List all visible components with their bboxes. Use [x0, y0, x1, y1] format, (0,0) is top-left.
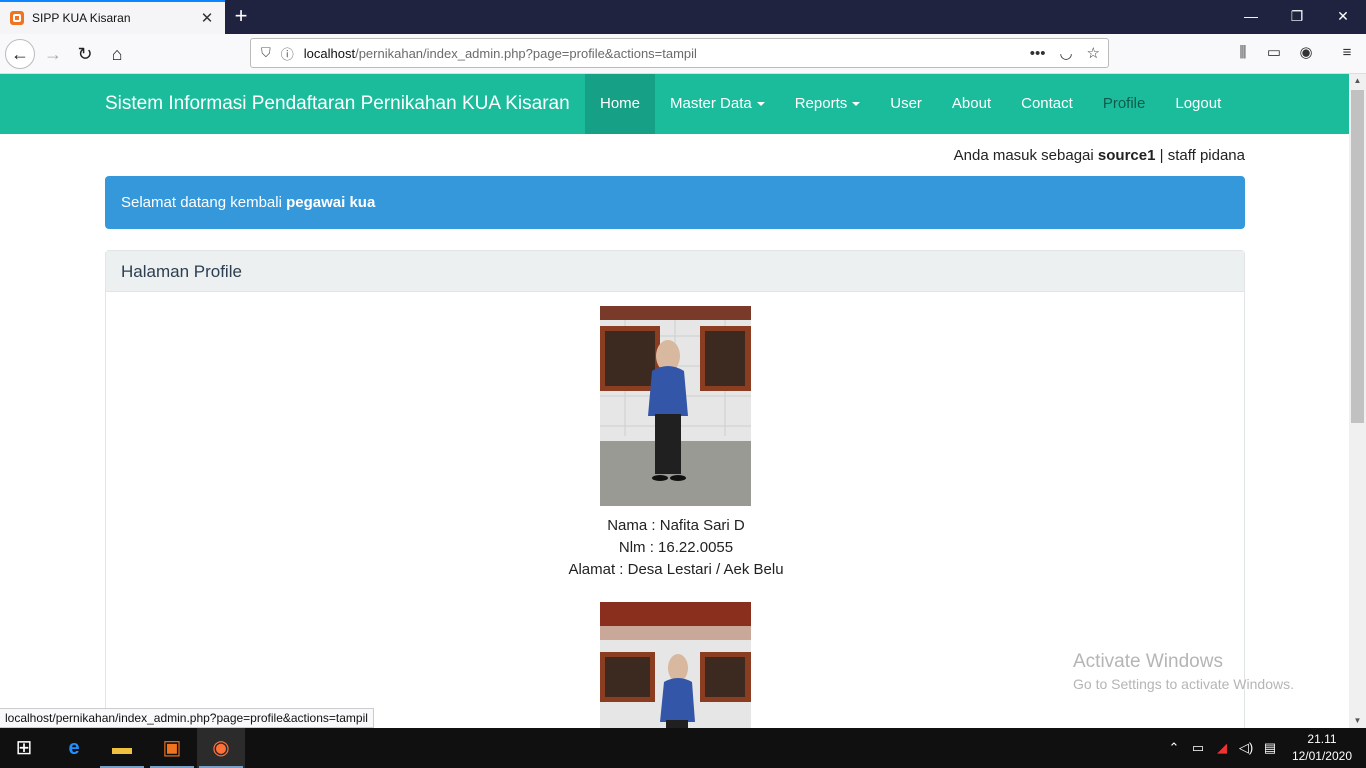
- xampp-favicon-icon: [10, 11, 24, 25]
- panel-title: Halaman Profile: [106, 251, 1244, 292]
- nav-reports[interactable]: Reports: [780, 74, 876, 134]
- nav-logout-label: Logout: [1175, 95, 1222, 112]
- tray-chevron-icon[interactable]: ⌃: [1164, 728, 1184, 768]
- scroll-up-icon[interactable]: ▲: [1349, 74, 1366, 88]
- login-prefix: Anda masuk sebagai: [953, 147, 1094, 164]
- xampp-icon[interactable]: ▣: [148, 728, 196, 768]
- nav-logout[interactable]: Logout: [1160, 74, 1236, 134]
- welcome-alert: Selamat datang kembali pegawai kua: [105, 176, 1245, 229]
- nav-about-label: About: [951, 95, 992, 112]
- battery-icon[interactable]: ▭: [1188, 728, 1208, 768]
- clock-time: 21.11: [1307, 732, 1337, 746]
- sidebar-icon[interactable]: ▭: [1262, 41, 1286, 65]
- login-role: staff pidana: [1167, 147, 1245, 164]
- nav-master-data-label: Master Data: [670, 95, 752, 112]
- windows-taskbar: ⊞ e ▬ ▣ ◉ ⌃ ▭ ◢ ◁) ▤ 21.11 12/01/2020: [0, 728, 1366, 768]
- nav-contact[interactable]: Contact: [1006, 74, 1088, 134]
- login-username: source1: [1097, 147, 1156, 164]
- file-explorer-icon[interactable]: ▬: [98, 728, 146, 768]
- forward-arrow-icon[interactable]: →: [38, 39, 68, 69]
- back-arrow-icon[interactable]: ←: [5, 39, 35, 69]
- navbar-brand[interactable]: Sistem Informasi Pendaftaran Pernikahan …: [105, 74, 570, 134]
- network-icon[interactable]: ◢: [1212, 728, 1232, 768]
- profile-nim: Nlm : 16.22.0055: [618, 539, 734, 556]
- nav-user[interactable]: User: [875, 74, 937, 134]
- minimize-icon[interactable]: —: [1228, 0, 1274, 34]
- new-tab-icon[interactable]: +: [229, 4, 253, 30]
- pocket-icon[interactable]: ◡: [1059, 44, 1072, 62]
- alert-prefix: Selamat datang kembali: [121, 194, 282, 211]
- library-icon[interactable]: ⫼: [1231, 41, 1255, 65]
- account-icon[interactable]: ◉: [1294, 41, 1318, 65]
- close-tab-icon[interactable]: ✕: [199, 9, 215, 27]
- browser-tab[interactable]: SIPP KUA Kisaran ✕: [0, 0, 225, 34]
- status-bar-url: localhost/pernikahan/index_admin.php?pag…: [0, 708, 374, 728]
- tab-title: SIPP KUA Kisaran: [32, 11, 131, 25]
- info-icon[interactable]: ⓘ: [281, 44, 294, 63]
- volume-icon[interactable]: ◁): [1236, 728, 1256, 768]
- url-host: localhost: [303, 45, 356, 61]
- page-actions-icon[interactable]: •••: [1030, 45, 1046, 62]
- windows-start-icon[interactable]: ⊞: [0, 728, 48, 768]
- bookmark-star-icon[interactable]: ☆: [1087, 44, 1100, 62]
- page-viewport: Sistem Informasi Pendaftaran Pernikahan …: [0, 74, 1349, 728]
- profile-nama: Nama : Nafita Sari D: [607, 517, 745, 534]
- close-window-icon[interactable]: ✕: [1320, 0, 1366, 34]
- nav-profile-label: Profile: [1102, 95, 1146, 112]
- caret-down-icon: [852, 102, 861, 107]
- edge-icon[interactable]: e: [50, 728, 98, 768]
- clock-date: 12/01/2020: [1291, 749, 1352, 763]
- app-navbar: Sistem Informasi Pendaftaran Pernikahan …: [0, 74, 1349, 134]
- firefox-icon[interactable]: ◉: [197, 728, 245, 768]
- profile-photo: [600, 306, 751, 506]
- profile-photo: [600, 602, 751, 728]
- login-separator: |: [1159, 147, 1164, 164]
- login-info: Anda masuk sebagai source1 | staff pidan…: [954, 147, 1245, 164]
- nav-profile[interactable]: Profile: [1088, 74, 1161, 134]
- page-scrollbar[interactable]: ▲ ▼: [1349, 74, 1366, 728]
- alert-name: pegawai kua: [286, 194, 376, 211]
- scroll-thumb[interactable]: [1351, 90, 1364, 423]
- navbar-menu: Home Master Data Reports User About Cont…: [585, 74, 1236, 134]
- browser-toolbar: ← → ↻ ⌂ ⛉ ⓘ localhost/pernikahan/index_a…: [0, 34, 1366, 74]
- scroll-down-icon[interactable]: ▼: [1349, 714, 1366, 728]
- nav-user-label: User: [890, 95, 922, 112]
- shield-icon[interactable]: ⛉: [261, 45, 271, 61]
- nav-home[interactable]: Home: [585, 74, 656, 134]
- notification-icon[interactable]: ▤: [1260, 728, 1280, 768]
- home-icon[interactable]: ⌂: [102, 39, 132, 69]
- restore-icon[interactable]: ❐: [1274, 0, 1320, 34]
- nav-contact-label: Contact: [1021, 95, 1073, 112]
- taskbar-clock[interactable]: 21.11 12/01/2020: [1292, 731, 1352, 765]
- profile-alamat: Alamat : Desa Lestari / Aek Belu: [568, 561, 784, 578]
- nav-home-label: Home: [600, 95, 641, 112]
- nav-reports-label: Reports: [794, 95, 848, 112]
- activate-windows-subtitle: Go to Settings to activate Windows.: [1073, 676, 1294, 692]
- caret-down-icon: [756, 102, 765, 107]
- url-path: /pernikahan/index_admin.php?page=profile…: [355, 45, 697, 61]
- activate-windows-title: Activate Windows: [1073, 651, 1223, 672]
- browser-tab-bar: SIPP KUA Kisaran ✕ + — ❐ ✕: [0, 0, 1366, 34]
- menu-icon[interactable]: ≡: [1335, 41, 1359, 65]
- nav-about[interactable]: About: [937, 74, 1006, 134]
- nav-master-data[interactable]: Master Data: [655, 74, 780, 134]
- address-bar[interactable]: ⛉ ⓘ localhost/pernikahan/index_admin.php…: [250, 38, 1109, 68]
- reload-icon[interactable]: ↻: [70, 39, 100, 69]
